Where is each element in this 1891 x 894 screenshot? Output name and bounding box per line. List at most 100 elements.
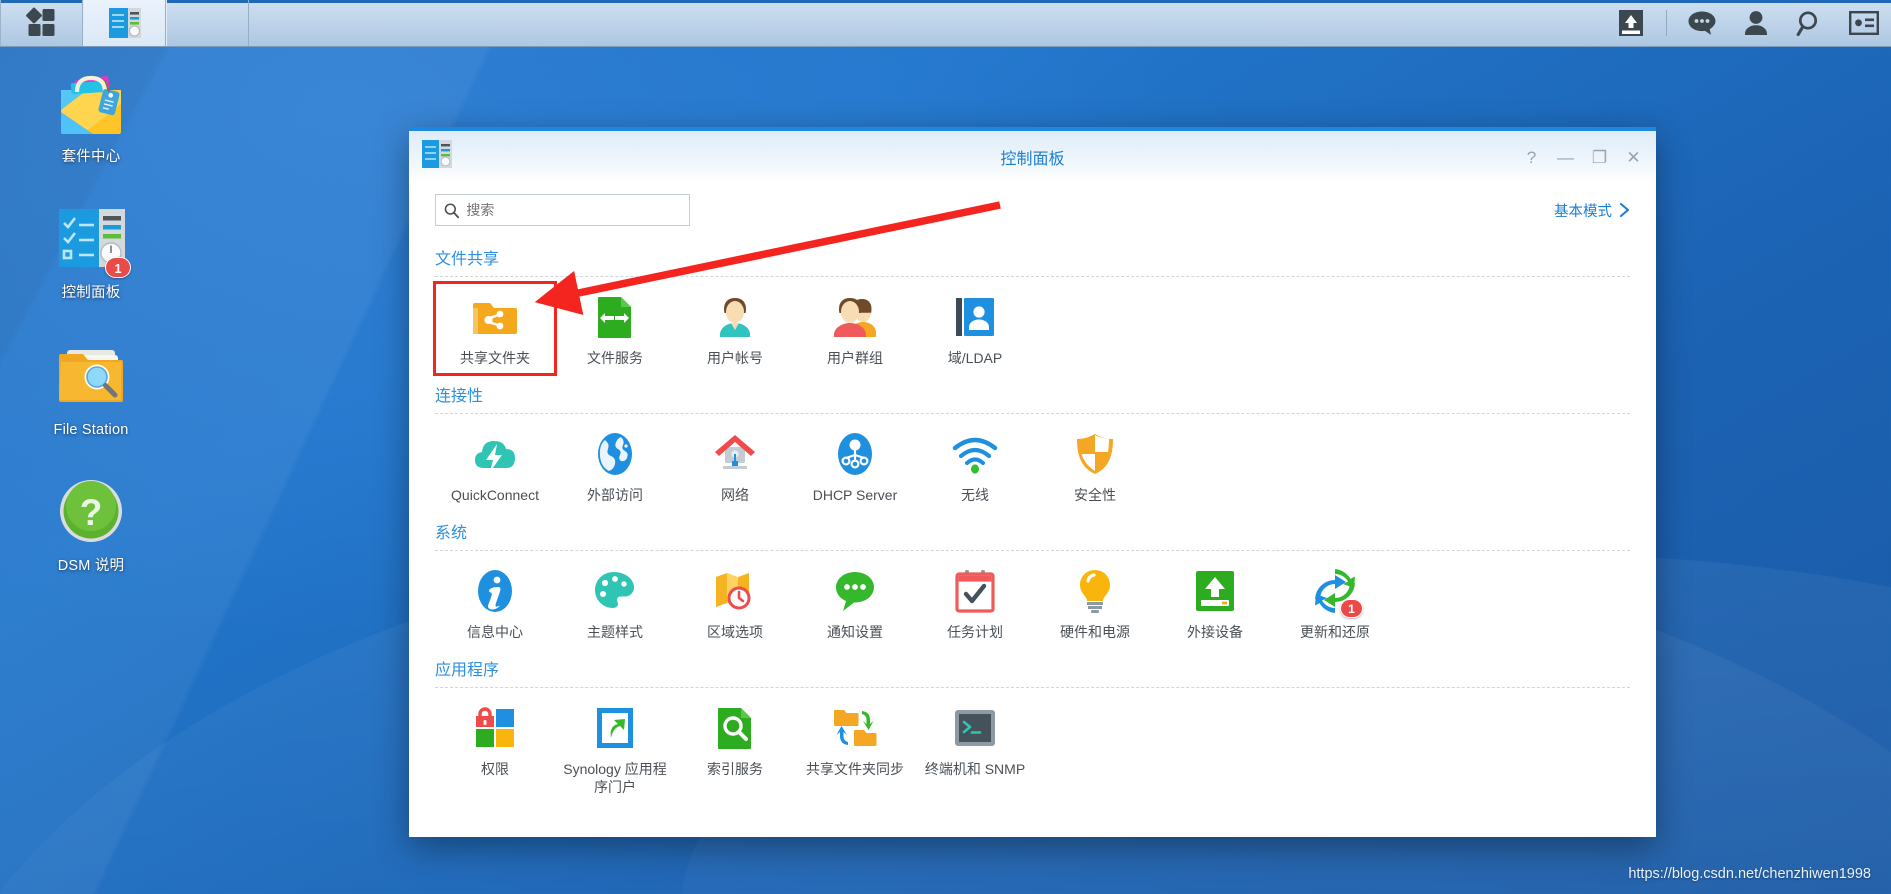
desktop-icon-control-panel[interactable]: 1 控制面板: [18, 200, 164, 302]
panel-item-label: 安全性: [1074, 486, 1116, 503]
control-panel-window: 控制面板 ? — ❐ ✕ 基本模式 文件共享: [409, 127, 1656, 837]
panel-item-label: 外部访问: [587, 486, 643, 503]
panel-item-task-scheduler[interactable]: 任务计划: [915, 557, 1035, 648]
desktop-icon-list: 套件中心 1 控制面板 File Station ? DSM 说明: [18, 64, 164, 610]
id-card-icon: [1849, 11, 1879, 35]
panel-item-external-devices[interactable]: 外接设备: [1155, 557, 1275, 648]
window-maximize-button[interactable]: ❐: [1591, 149, 1608, 166]
taskbar-search-button[interactable]: [1783, 0, 1837, 46]
panel-item-label: 索引服务: [707, 760, 763, 777]
panel-item-theme[interactable]: 主题样式: [555, 557, 675, 648]
search-box[interactable]: [435, 194, 690, 226]
taskbar-widgets-button[interactable]: [1837, 0, 1891, 46]
desktop-icon-file-station[interactable]: File Station: [18, 337, 164, 439]
panel-item-label: 通知设置: [827, 623, 883, 640]
taskbar-spacer: [249, 0, 1604, 46]
panel-item-label: QuickConnect: [451, 486, 539, 503]
window-minimize-button[interactable]: —: [1557, 149, 1574, 166]
taskbar-upload-button[interactable]: [1604, 0, 1658, 46]
panel-item-user-account[interactable]: 用户帐号: [675, 283, 795, 374]
chevron-right-icon: [1619, 202, 1630, 218]
desktop-icon-label: File Station: [53, 421, 129, 438]
search-input[interactable]: [466, 202, 681, 218]
panel-item-quickconnect[interactable]: QuickConnect: [435, 420, 555, 511]
panel-item-external-access[interactable]: 外部访问: [555, 420, 675, 511]
external-devices-icon: [1191, 567, 1239, 615]
panel-item-badge: 1: [1340, 598, 1363, 618]
control-panel-icon: [108, 8, 141, 38]
taskbar-right-tray: [1604, 0, 1891, 46]
panel-item-label: Synology 应用程序门户: [563, 760, 667, 795]
desktop-icon-badge: 1: [105, 257, 131, 279]
section-title-system: 系统: [435, 524, 468, 542]
window-titlebar[interactable]: 控制面板 ? — ❐ ✕: [409, 131, 1656, 183]
panel-item-label: 共享文件夹同步: [806, 760, 904, 777]
regional-options-icon: [711, 567, 759, 615]
panel-item-shared-folder-sync[interactable]: 共享文件夹同步: [795, 694, 915, 803]
section-title-applications: 应用程序: [435, 661, 500, 679]
panel-item-label: 域/LDAP: [947, 350, 1003, 366]
shared-folder-icon: [471, 293, 519, 341]
control-panel-icon: 1: [53, 200, 131, 279]
privileges-icon: [471, 704, 519, 752]
panel-item-shared-folder[interactable]: 共享文件夹: [433, 281, 557, 376]
dhcp-server-icon: [831, 430, 879, 478]
panel-item-label: 无线: [961, 486, 989, 503]
desktop-icon-dsm-help[interactable]: ? DSM 说明: [18, 473, 164, 575]
panel-item-label: 任务计划: [947, 623, 1003, 640]
panel-item-label: DHCP Server: [812, 486, 898, 503]
panel-item-label: 硬件和电源: [1060, 623, 1130, 640]
info-center-icon: [471, 567, 519, 615]
panel-item-label: 网络: [721, 486, 749, 503]
panel-item-label: 文件服务: [587, 350, 643, 366]
panel-item-dhcp-server[interactable]: DHCP Server: [795, 420, 915, 511]
taskbar-main-menu-button[interactable]: [0, 0, 83, 46]
panel-item-update-restore[interactable]: 1 更新和还原: [1275, 557, 1395, 648]
panel-item-application-portal[interactable]: Synology 应用程序门户: [555, 694, 675, 803]
panel-item-user-group[interactable]: 用户群组: [795, 283, 915, 374]
panel-item-domain-ldap[interactable]: 域/LDAP: [915, 283, 1035, 374]
quickconnect-icon: [471, 430, 519, 478]
panel-item-regional-options[interactable]: 区域选项: [675, 557, 795, 648]
watermark-text: https://blog.csdn.net/chenzhiwen1998: [1628, 866, 1871, 882]
panel-item-hardware-power[interactable]: 硬件和电源: [1035, 557, 1155, 648]
control-panel-body: 基本模式 文件共享: [409, 183, 1656, 837]
section-divider: [435, 686, 1630, 688]
security-shield-icon: [1071, 430, 1119, 478]
panel-item-terminal-snmp[interactable]: 终端机和 SNMP: [915, 694, 1035, 803]
basic-mode-link[interactable]: 基本模式: [1554, 200, 1630, 221]
panel-item-privileges[interactable]: 权限: [435, 694, 555, 803]
package-center-icon: [53, 64, 129, 140]
panel-item-wireless[interactable]: 无线: [915, 420, 1035, 511]
window-help-button[interactable]: ?: [1523, 149, 1540, 166]
panel-item-indexing-service[interactable]: 索引服务: [675, 694, 795, 803]
panel-item-security[interactable]: 安全性: [1035, 420, 1155, 511]
panel-item-network[interactable]: 网络: [675, 420, 795, 511]
taskbar-notifications-button[interactable]: [1675, 0, 1729, 46]
taskbar-control-panel-task[interactable]: [83, 0, 166, 46]
taskbar-empty-slot: [166, 0, 249, 46]
section-title-connectivity: 连接性: [435, 387, 484, 405]
panel-item-notification[interactable]: 通知设置: [795, 557, 915, 648]
section-divider: [435, 549, 1630, 551]
panel-item-file-services[interactable]: 文件服务: [555, 283, 675, 374]
panel-item-label: 终端机和 SNMP: [924, 760, 1026, 777]
desktop-icon-label: 套件中心: [61, 149, 121, 165]
svg-text:?: ?: [80, 492, 103, 533]
terminal-snmp-icon: [951, 704, 999, 752]
section-grid-system: 信息中心 主题样式 区域选项 通知设置 任务计划 硬件和电源 外接设备 1 更新…: [435, 557, 1630, 648]
section-grid-file-sharing: 共享文件夹 文件服务 用户帐号 用户群组 域/LDAP: [433, 281, 1630, 376]
indexing-service-icon: [711, 704, 759, 752]
desktop-icon-package-center[interactable]: 套件中心: [18, 64, 164, 166]
taskbar-user-button[interactable]: [1729, 0, 1783, 46]
panel-item-info-center[interactable]: 信息中心: [435, 557, 555, 648]
chat-bubble-icon: [1688, 11, 1716, 35]
window-close-button[interactable]: ✕: [1625, 149, 1642, 166]
help-icon: ?: [53, 473, 129, 549]
desktop-icon-label: 控制面板: [61, 285, 121, 302]
external-access-icon: [591, 430, 639, 478]
panel-item-label: 区域选项: [707, 623, 763, 640]
taskbar: [0, 0, 1891, 47]
hardware-power-icon: [1071, 567, 1119, 615]
taskbar-separator: [1666, 10, 1667, 36]
